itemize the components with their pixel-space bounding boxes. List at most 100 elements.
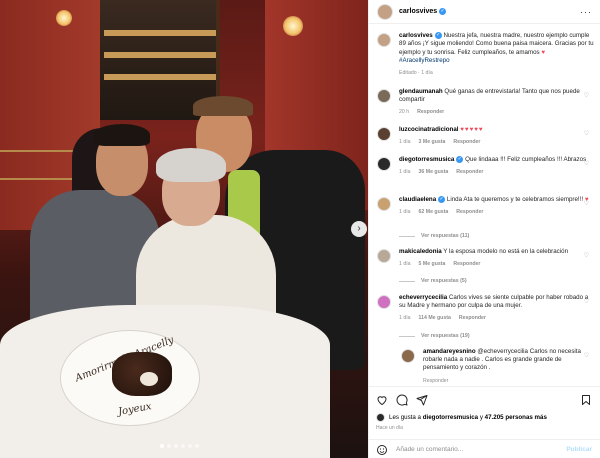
- avatar[interactable]: [377, 157, 391, 171]
- publish-button[interactable]: Publicar: [566, 446, 592, 453]
- comment-likes[interactable]: 114 Me gusta: [419, 314, 451, 322]
- like-comment-icon[interactable]: ♡: [584, 298, 589, 305]
- photo-shelf: [104, 30, 216, 36]
- comment-time: 1 día: [399, 315, 411, 322]
- like-heart-icon[interactable]: [376, 394, 388, 406]
- verified-icon: ✓: [434, 32, 442, 39]
- comment-username[interactable]: claudiaelena: [399, 196, 436, 203]
- like-comment-icon[interactable]: ♡: [584, 352, 589, 359]
- comment-text: ♥♥♥♥♥: [460, 126, 484, 133]
- comment-username[interactable]: echeverrycecilia: [399, 294, 447, 301]
- verified-icon: ✓: [456, 156, 464, 163]
- post-actions: Les gusta a diegotorresmusica y 47.205 p…: [368, 386, 600, 458]
- like-comment-icon[interactable]: ♡: [584, 252, 589, 259]
- post-header: carlosvives ✓ ···: [369, 0, 600, 24]
- comment-time: 1 día: [399, 139, 411, 146]
- avatar[interactable]: [377, 127, 391, 141]
- reply-link[interactable]: Responder: [459, 314, 486, 322]
- photo-person-middle-hair: [156, 148, 226, 182]
- likes-join: y: [479, 414, 483, 421]
- comment-username[interactable]: makicaledonia: [399, 248, 442, 255]
- comment-username[interactable]: glendaumanah: [399, 88, 443, 95]
- photo-shelf: [104, 52, 216, 58]
- like-comment-icon[interactable]: ♡: [584, 130, 589, 137]
- avatar[interactable]: [377, 249, 391, 263]
- caption-meta: Editado · 1 día: [399, 69, 433, 76]
- comment-icon[interactable]: [396, 394, 408, 406]
- verified-icon: ✓: [439, 8, 447, 15]
- comment-time: 20 h: [399, 109, 410, 116]
- comment-item: makicaledonia Y la esposa modelo no está…: [377, 248, 595, 268]
- post-caption: carlosvives ✓ Nuestra jefa, nuestra madre…: [377, 32, 595, 77]
- like-comment-icon[interactable]: ♡: [584, 92, 589, 99]
- reply-link[interactable]: Responder: [456, 168, 483, 176]
- carousel-dot: [195, 444, 199, 448]
- emoji-icon[interactable]: [376, 444, 388, 456]
- comment-item: claudiaelena ✓ Linda Ata te queremos y te…: [377, 196, 595, 217]
- likes-count[interactable]: 47.205 personas más: [485, 414, 547, 421]
- avatar[interactable]: [377, 3, 393, 20]
- comment-likes[interactable]: 5 Me gusta: [419, 260, 446, 268]
- carousel-dot: [174, 444, 178, 448]
- like-comment-icon[interactable]: ♡: [584, 200, 589, 207]
- reply-link[interactable]: Responder: [423, 377, 448, 385]
- comment-item: echeverrycecilia Carlos vives se siente …: [377, 294, 595, 323]
- photo-lamp: [56, 10, 72, 26]
- view-replies-link[interactable]: Ver respuestas (19): [399, 333, 470, 339]
- reply-link[interactable]: Responder: [417, 108, 444, 116]
- more-options-icon[interactable]: ···: [580, 7, 592, 17]
- comment-username[interactable]: amandareyesnino: [423, 348, 476, 355]
- avatar[interactable]: [401, 349, 415, 363]
- view-replies-link[interactable]: Ver respuestas (11): [399, 233, 469, 239]
- comment-text: Y la esposa modelo no está en la celebra…: [443, 248, 569, 255]
- post-photo[interactable]: Amorirm de Aracelly Joyeux ›: [0, 0, 368, 458]
- comment-time: 1 día: [399, 169, 411, 176]
- comments-list[interactable]: carlosvives ✓ Nuestra jefa, nuestra madre…: [369, 26, 600, 386]
- reply-link[interactable]: Responder: [453, 260, 480, 268]
- comment-input[interactable]: Añade un comentario...: [396, 446, 566, 453]
- photo-lamp: [283, 16, 303, 36]
- carousel-dots: [160, 444, 199, 448]
- comment-likes[interactable]: 62 Me gusta: [419, 208, 449, 216]
- carousel-dot: [167, 444, 171, 448]
- reply-item: amandareyesnino @echeverrycecilia Carlos…: [401, 348, 595, 385]
- like-comment-icon[interactable]: ♡: [584, 160, 589, 167]
- caption-username[interactable]: carlosvives: [399, 32, 433, 39]
- photo-shelf: [104, 74, 216, 80]
- carousel-next-button[interactable]: ›: [351, 221, 367, 237]
- photo-person-left-hair: [94, 124, 150, 146]
- liked-user[interactable]: diegotorresmusica: [423, 414, 478, 421]
- share-icon[interactable]: [416, 394, 428, 406]
- photo-person-right-hair: [193, 96, 253, 116]
- comment-likes[interactable]: 36 Me gusta: [419, 168, 449, 176]
- carousel-dot: [160, 444, 164, 448]
- post-time: Hace un día: [376, 425, 403, 431]
- photo-ice-cream: [140, 372, 158, 386]
- reply-link[interactable]: Responder: [453, 138, 480, 146]
- comment-item: luzcocinatradicional ♥♥♥♥♥ 1 día 3 Me gu…: [377, 126, 595, 146]
- avatar[interactable]: [377, 197, 391, 211]
- add-comment-bar: Añade un comentario... Publicar: [368, 439, 600, 458]
- comment-time: 1 día: [399, 209, 411, 216]
- avatar[interactable]: [377, 89, 391, 103]
- likes-prefix: Les gusta a: [389, 414, 421, 421]
- comment-text: Linda Ata te queremos y te celebramos si…: [446, 196, 584, 204]
- comment-username[interactable]: diegotorresmusica: [399, 156, 454, 163]
- save-bookmark-icon[interactable]: [580, 394, 592, 406]
- reply-link[interactable]: Responder: [456, 208, 483, 216]
- comment-likes[interactable]: 3 Me gusta: [419, 138, 446, 146]
- avatar[interactable]: [377, 295, 391, 309]
- comment-item: glendaumanah Qué ganas de entrevistarla!…: [377, 88, 595, 117]
- comment-username[interactable]: luzcocinatradicional: [399, 126, 458, 133]
- carousel-dot: [188, 444, 192, 448]
- likes-summary: Les gusta a diegotorresmusica y 47.205 p…: [376, 413, 592, 422]
- post-username[interactable]: carlosvives: [399, 8, 437, 15]
- comment-text: Que lindaaa !!! Feliz cumpleaños !!! Abr…: [465, 156, 587, 164]
- heart-emoji-icon: ♥: [541, 48, 547, 56]
- avatar[interactable]: [377, 33, 391, 47]
- caption-hashtag[interactable]: #AracellyRestrepo: [399, 57, 450, 64]
- view-replies-link[interactable]: Ver respuestas (5): [399, 278, 467, 284]
- comment-time: 1 día: [399, 261, 411, 268]
- avatar[interactable]: [376, 413, 385, 422]
- carousel-dot: [181, 444, 185, 448]
